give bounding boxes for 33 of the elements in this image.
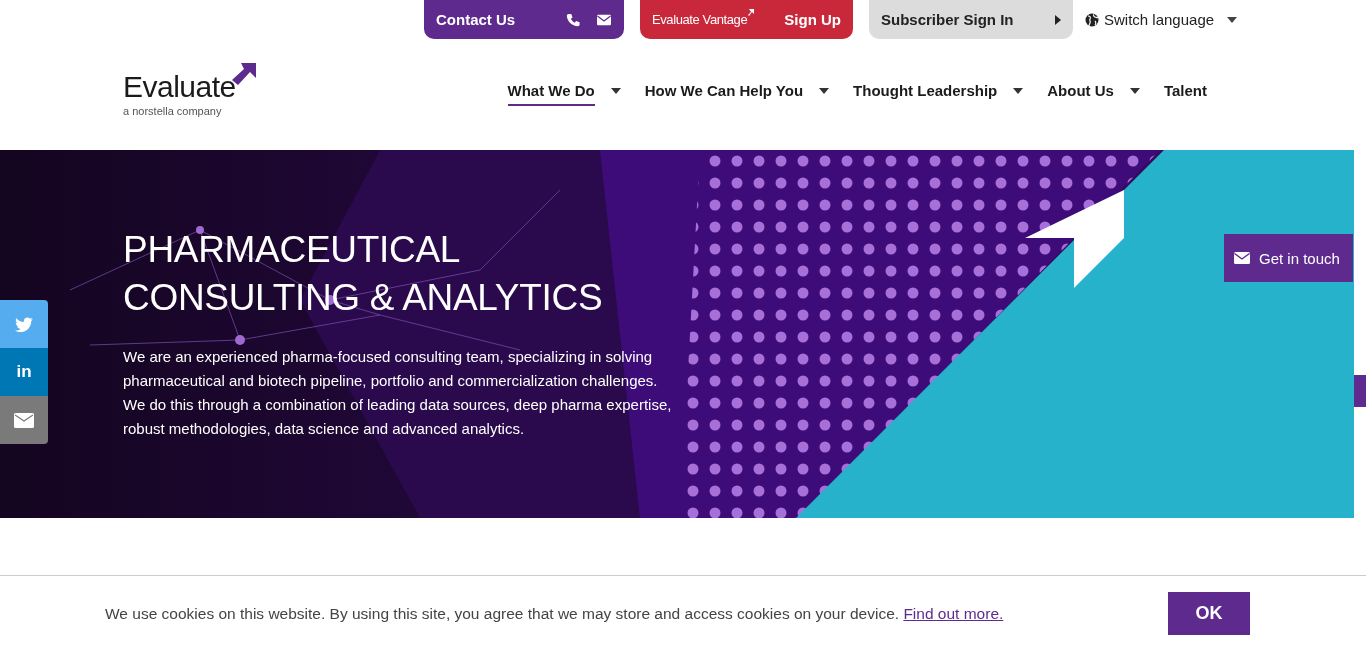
share-linkedin-button[interactable]: in bbox=[0, 348, 48, 396]
caret-icon bbox=[819, 87, 830, 94]
envelope-icon bbox=[596, 12, 612, 27]
nav-item[interactable]: How We Can Help You bbox=[644, 76, 830, 107]
caret-icon bbox=[1227, 16, 1238, 23]
caret-icon bbox=[1129, 87, 1140, 94]
nav-item[interactable]: Thought Leadership bbox=[853, 76, 1024, 107]
get-in-touch-button[interactable]: Get in touch bbox=[1224, 234, 1353, 282]
nav-item[interactable]: About Us bbox=[1047, 76, 1140, 107]
nav-item[interactable]: Talent bbox=[1163, 76, 1207, 107]
cookie-notice: We use cookies on this website. By using this site, you agree that we may store and access cookies on your device. Find out more. bbox=[105, 604, 1004, 623]
caret-icon bbox=[610, 87, 621, 94]
globe-icon bbox=[1085, 12, 1099, 27]
language-switcher[interactable]: Switch language bbox=[1085, 11, 1238, 28]
find-out-more-link[interactable]: Find out more. bbox=[903, 604, 1004, 622]
share-email-button[interactable] bbox=[0, 396, 48, 444]
sign-up-button[interactable]: Evaluate Vantage Sign Up bbox=[640, 0, 853, 39]
phone-icon bbox=[566, 12, 580, 27]
ok-button[interactable]: OK bbox=[1168, 592, 1250, 635]
envelope-icon bbox=[14, 412, 34, 428]
nav-item[interactable]: What We Do bbox=[507, 76, 621, 107]
subscriber-sign-in-button[interactable]: Subscriber Sign In bbox=[869, 0, 1073, 39]
envelope-icon bbox=[1234, 251, 1250, 265]
hero-description: We are an experienced pharma-focused consulting team, specializing in solving pharmaceutical and biotech pipeline, portfolio and commercialization challenges. We do this through a combination of leading data sources, deep pharma expertise, robust methodologies, data science and advanced analytics. bbox=[123, 347, 673, 439]
caret-icon bbox=[1013, 87, 1024, 94]
bird-icon bbox=[15, 316, 33, 332]
share-twitter-button[interactable] bbox=[0, 300, 48, 348]
hero-heading: PHARMACEUTICAL CONSULTING & ANALYTICS bbox=[123, 228, 604, 320]
caret-icon bbox=[1055, 14, 1061, 25]
contact-us-button[interactable]: Contact Us bbox=[424, 0, 624, 39]
company-logo[interactable]: Evaluate a norstella company bbox=[123, 62, 256, 117]
vantage-logo-text: Evaluate Vantage bbox=[652, 12, 748, 27]
arrow-mark-icon bbox=[748, 9, 756, 16]
